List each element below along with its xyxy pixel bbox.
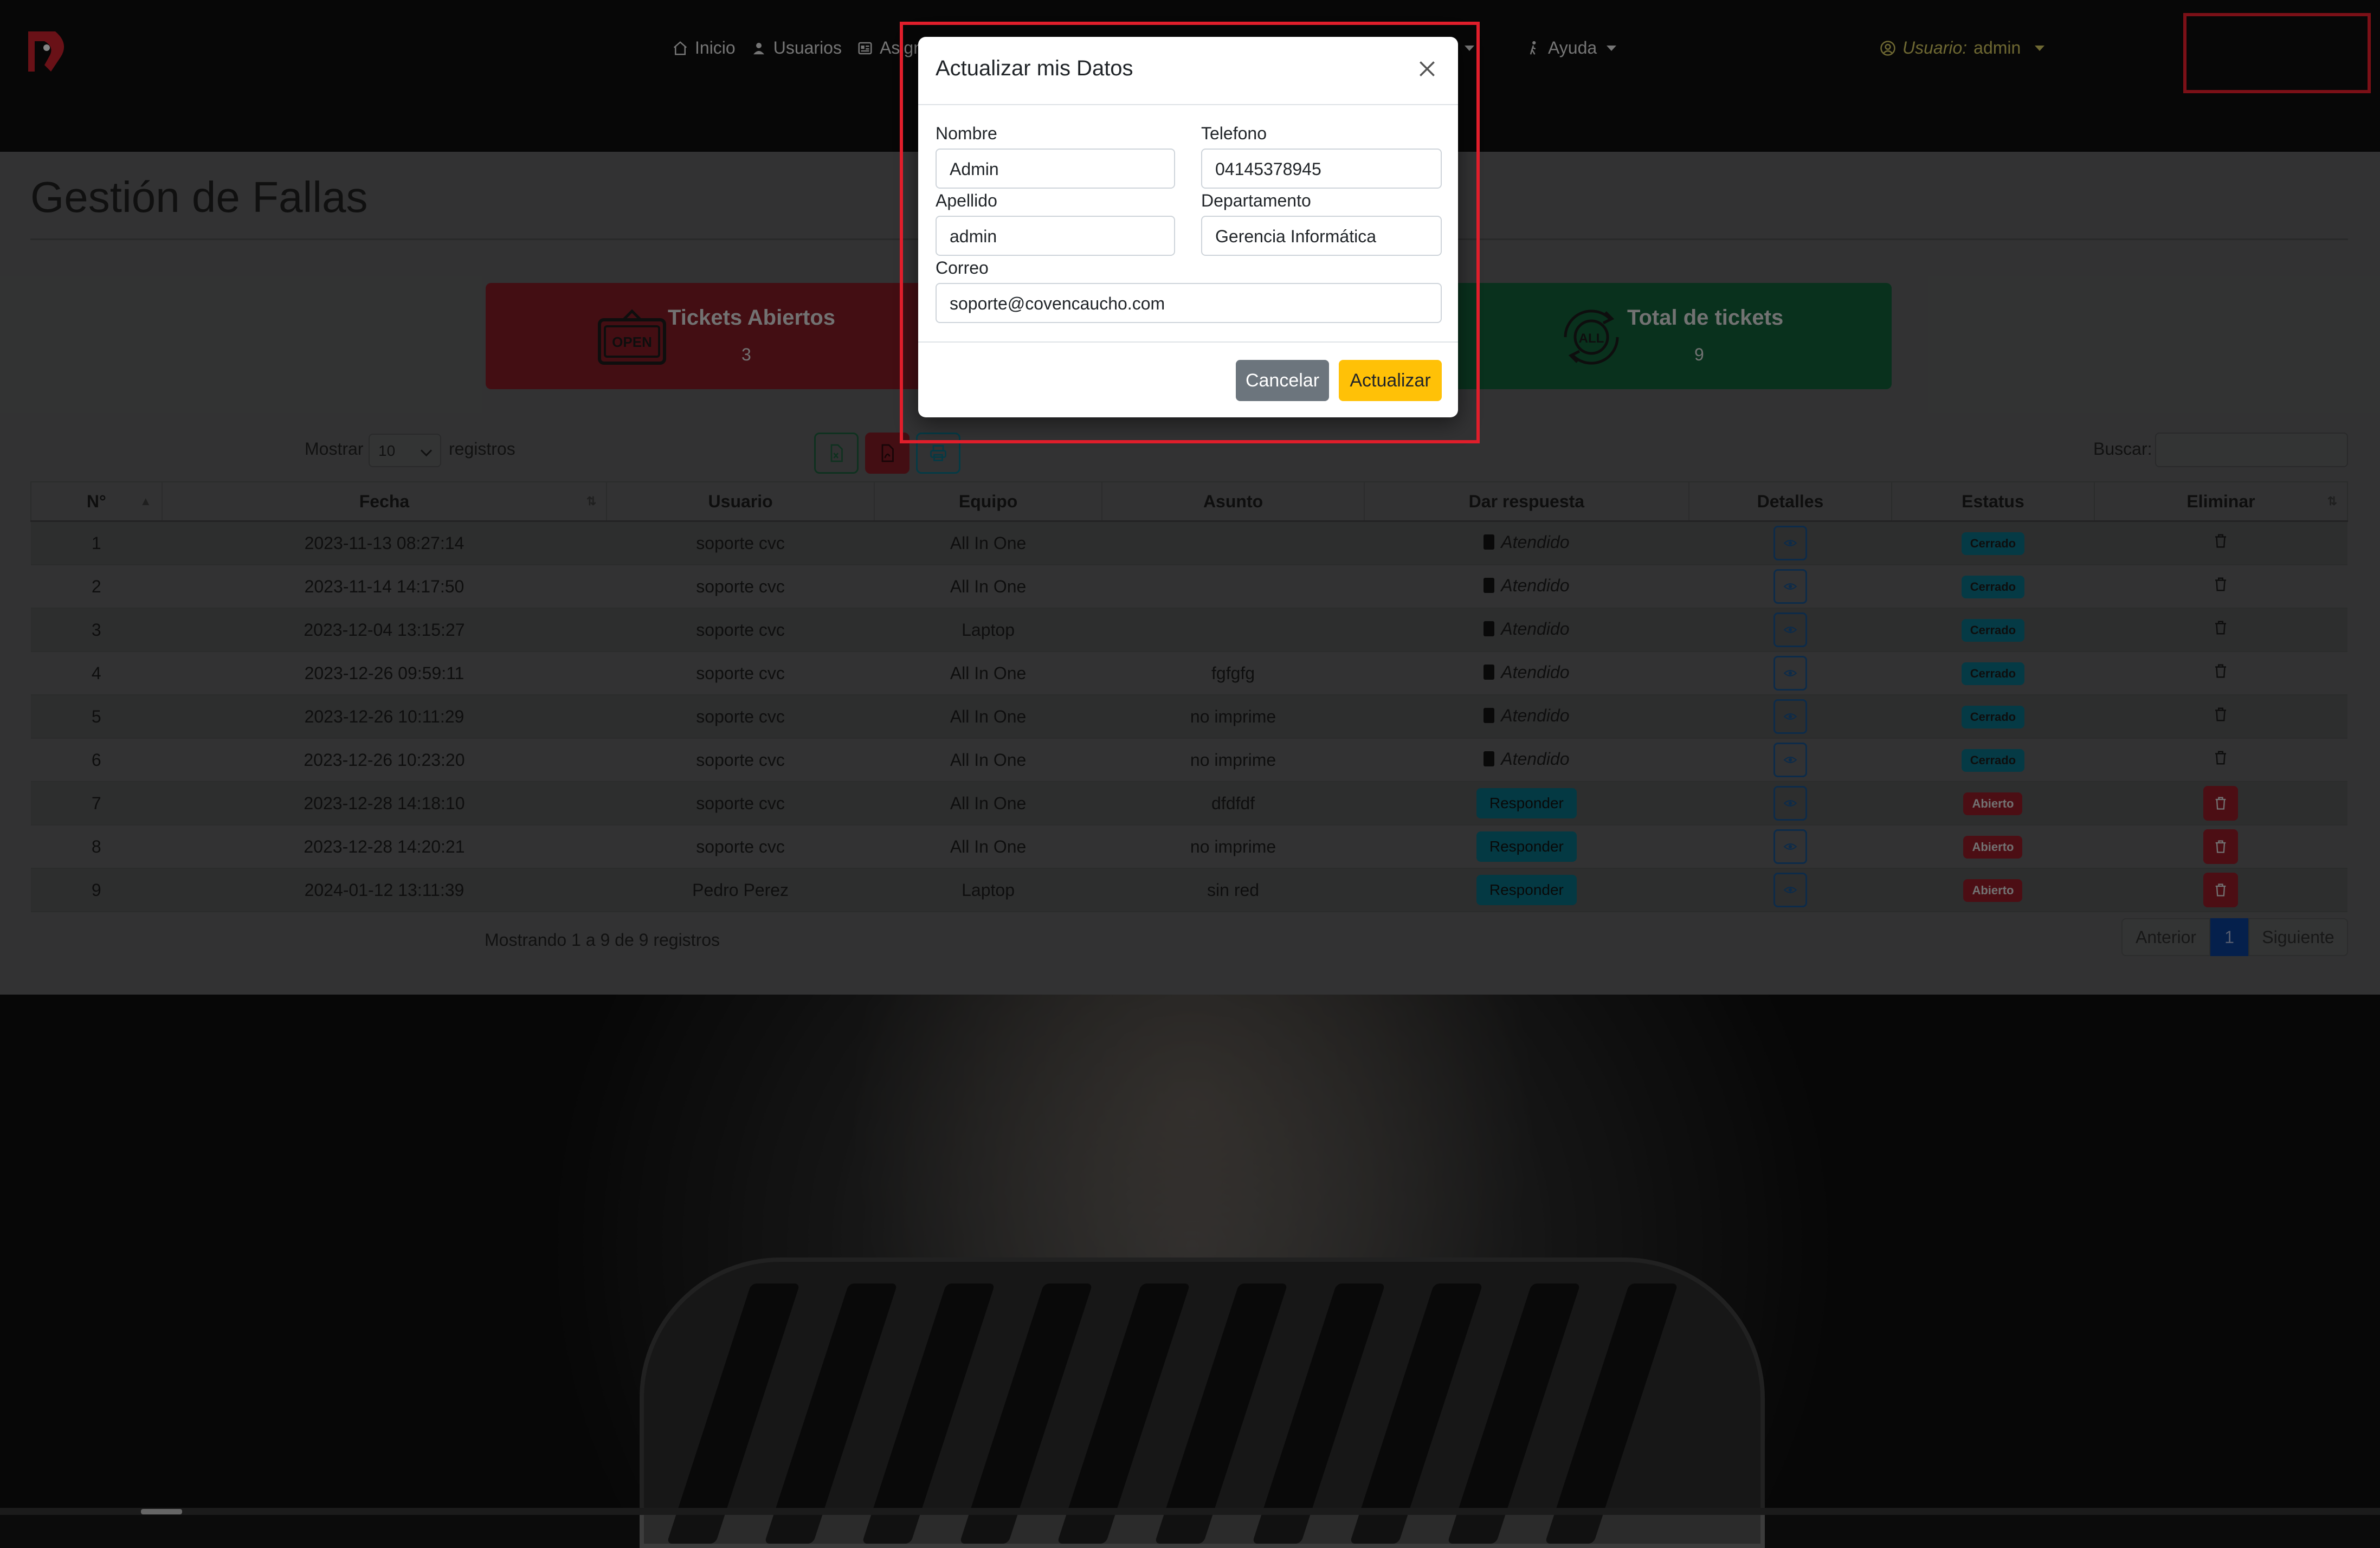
modal-highlight-box <box>900 22 1480 443</box>
scrollbar-thumb[interactable] <box>141 1509 182 1514</box>
horizontal-scrollbar[interactable] <box>0 1508 2380 1515</box>
